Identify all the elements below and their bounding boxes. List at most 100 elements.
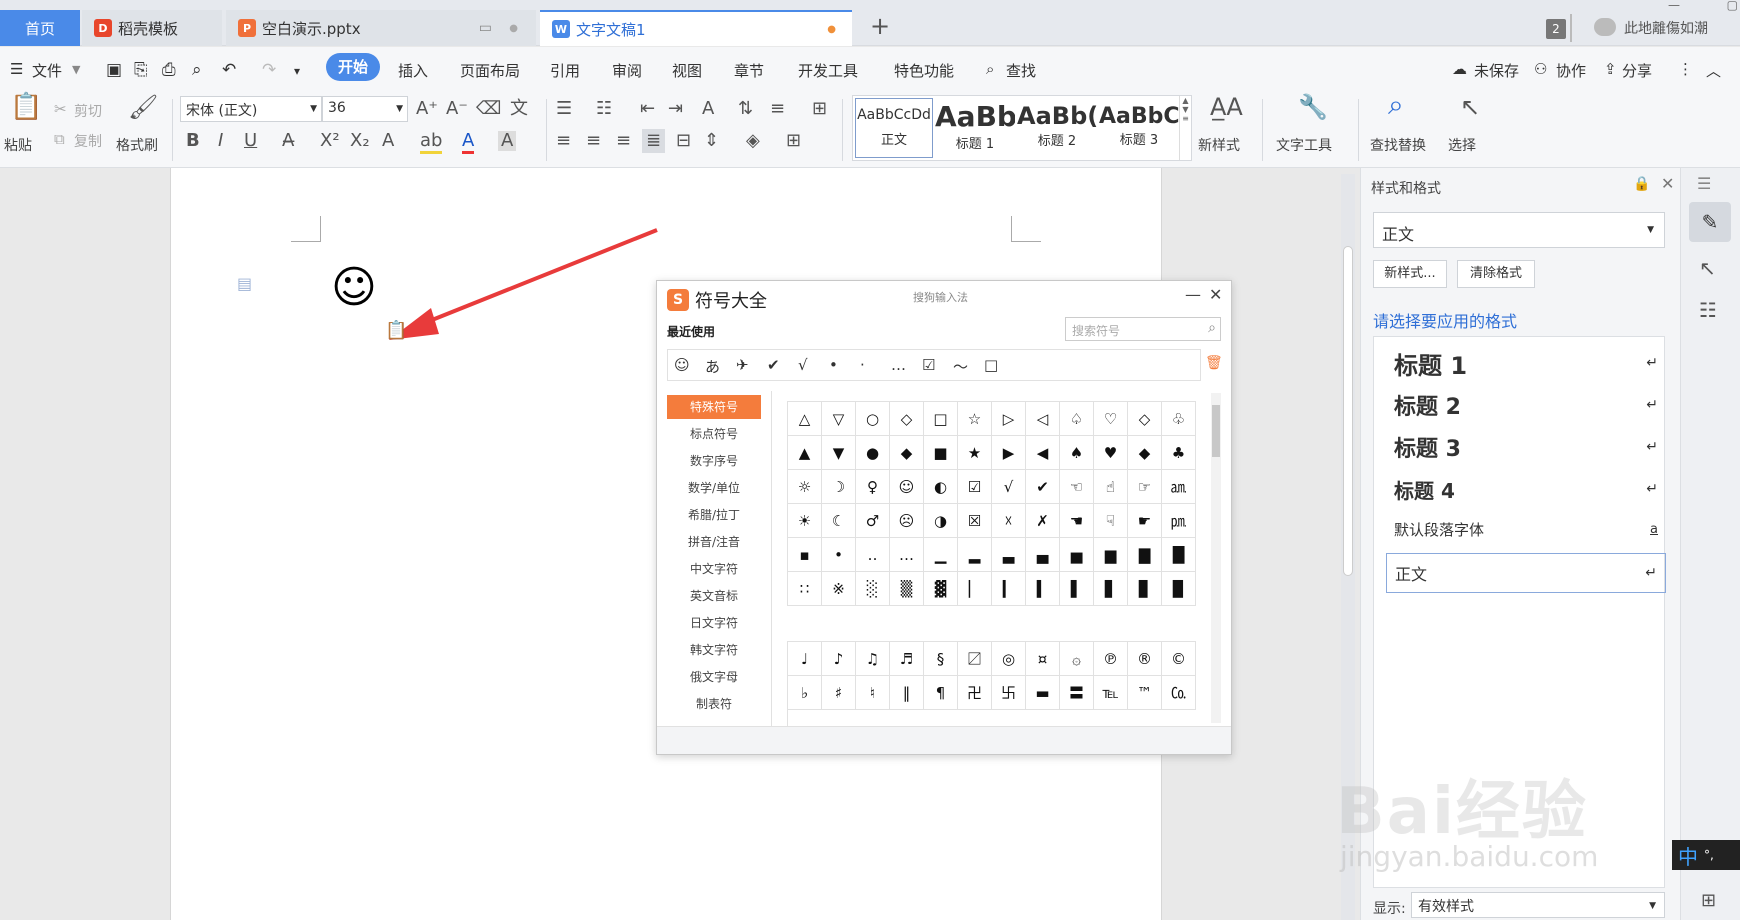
format-painter-button[interactable]: 格式刷 xyxy=(116,135,158,155)
char-shading-icon[interactable]: A xyxy=(498,131,517,151)
style-heading-1[interactable]: AaBb 标题 1 xyxy=(935,98,1015,158)
category-pinyin[interactable]: 拼音/注音 xyxy=(667,530,761,554)
justify-icon[interactable]: ≣ xyxy=(642,129,666,153)
symbol-cell[interactable]: ◁ xyxy=(1026,402,1060,436)
styles-pane-icon[interactable]: ✎ xyxy=(1689,202,1731,242)
avatar[interactable] xyxy=(1594,18,1616,36)
cloud-icon[interactable]: ☁ xyxy=(1452,60,1467,78)
symbol-cell[interactable]: ♂ xyxy=(856,504,890,538)
symbol-cell[interactable]: █ xyxy=(1162,538,1196,572)
recent-symbol[interactable]: ✔ xyxy=(767,356,780,374)
smiley-symbol[interactable]: ☺ xyxy=(331,264,377,312)
symbol-cell[interactable]: • xyxy=(822,538,856,572)
undo-icon[interactable]: ↶ xyxy=(222,60,236,80)
symbol-cell[interactable]: ☾ xyxy=(822,504,856,538)
share-icon[interactable]: ⇪ xyxy=(1604,60,1617,78)
symbol-cell[interactable]: ▏ xyxy=(958,572,992,606)
style-item-heading-3[interactable]: 标题 3 ↵ xyxy=(1386,427,1666,467)
new-style-btn[interactable]: 新样式... xyxy=(1373,260,1447,288)
user-name[interactable]: 此地離傷如潮 xyxy=(1624,18,1708,38)
category-math[interactable]: 数学/单位 xyxy=(667,476,761,500)
symbol-cell[interactable]: … xyxy=(890,538,924,572)
symbol-cell[interactable]: © xyxy=(1162,642,1196,676)
table-icon[interactable]: ⊞ xyxy=(812,99,827,119)
symbol-cell[interactable]: ☀ xyxy=(788,504,822,538)
sort-icon[interactable]: ⇅ xyxy=(738,99,753,119)
symbol-cell[interactable]: ۞ xyxy=(1060,642,1094,676)
symbol-cell[interactable]: ▲ xyxy=(788,436,822,470)
symbol-cell[interactable]: ☛ xyxy=(1128,504,1162,538)
menu-section[interactable]: 章节 xyxy=(734,60,764,81)
symbol-cell[interactable]: ♧ xyxy=(1162,402,1196,436)
symbol-cell[interactable]: ㏇ xyxy=(1162,676,1196,710)
select-tool-icon[interactable]: ↖ xyxy=(1699,256,1716,280)
tab-dot-icon[interactable]: ● xyxy=(509,23,518,34)
unsaved-dot-icon[interactable]: ● xyxy=(827,24,836,35)
symbol-cell[interactable]: ✔ xyxy=(1026,470,1060,504)
symbol-cell[interactable]: ▎ xyxy=(992,572,1026,606)
search-icon[interactable]: ⌕ xyxy=(986,60,994,78)
collapse-ribbon-icon[interactable]: ︿ xyxy=(1706,60,1721,81)
current-style-select[interactable]: 正文 ▼ xyxy=(1373,212,1665,248)
redo-icon[interactable]: ↷ xyxy=(262,60,276,80)
category-punctuation[interactable]: 标点符号 xyxy=(667,422,761,446)
text-effect-icon[interactable]: A xyxy=(382,131,394,151)
new-tab-icon[interactable]: + xyxy=(870,12,890,40)
style-item-heading-1[interactable]: 标题 1 ↵ xyxy=(1386,343,1666,383)
trash-icon[interactable]: 🗑 xyxy=(1205,355,1223,371)
recent-symbol[interactable]: √ xyxy=(798,356,808,374)
symbol-cell[interactable]: ◇ xyxy=(890,402,924,436)
symbol-cell[interactable]: ™ xyxy=(1128,676,1162,710)
symbol-cell[interactable]: ▬ xyxy=(1026,676,1060,710)
style-item-heading-2[interactable]: 标题 2 ↵ xyxy=(1386,385,1666,425)
recent-symbol[interactable]: ✈ xyxy=(736,356,749,374)
symbol-cell[interactable]: ▌ xyxy=(1060,572,1094,606)
category-numbers[interactable]: 数字序号 xyxy=(667,449,761,473)
symbol-cell[interactable]: ㏂ xyxy=(1162,470,1196,504)
symbol-cell[interactable]: ■ xyxy=(924,436,958,470)
settings-sliders-icon[interactable]: ☷ xyxy=(1699,298,1717,322)
paste-icon[interactable]: 📋 xyxy=(10,94,42,120)
symbol-cell[interactable]: ▆ xyxy=(1094,538,1128,572)
symbol-cell[interactable]: ♩ xyxy=(788,642,822,676)
gallery-scroll[interactable]: ▲ ▼ ≡ xyxy=(1179,96,1191,160)
symbol-cell[interactable]: ▅ xyxy=(1060,538,1094,572)
symbol-cell[interactable]: ® xyxy=(1128,642,1162,676)
symbol-cell[interactable]: ‖ xyxy=(890,676,924,710)
save-icon[interactable]: ▣ xyxy=(106,60,122,80)
category-russian[interactable]: 俄文字母 xyxy=(667,665,761,689)
export-icon[interactable]: ⎘ xyxy=(134,60,148,80)
wrench-icon[interactable]: 🔧 xyxy=(1298,95,1328,119)
show-filter-select[interactable]: 有效样式 ▼ xyxy=(1411,892,1665,918)
align-left-icon[interactable]: ≡ xyxy=(556,131,571,151)
increase-indent-icon[interactable]: ⇥ xyxy=(668,99,683,119)
tab-docer[interactable]: D 稻壳模板 xyxy=(82,10,222,46)
symbol-cell[interactable]: ℡ xyxy=(1094,676,1128,710)
symbol-cell[interactable]: ▪ xyxy=(788,538,822,572)
category-chinese[interactable]: 中文字符 xyxy=(667,557,761,581)
grid-apps-icon[interactable]: ⊞ xyxy=(1701,890,1716,911)
menu-search[interactable]: 查找 xyxy=(1006,60,1036,81)
symbol-cell[interactable]: ☺ xyxy=(890,470,924,504)
symbol-cell[interactable]: ♤ xyxy=(1060,402,1094,436)
category-greek[interactable]: 希腊/拉丁 xyxy=(667,503,761,527)
dialog-scrollbar[interactable] xyxy=(1211,393,1221,723)
style-normal[interactable]: AaBbCcDd 正文 xyxy=(855,98,933,158)
highlight-icon[interactable]: ab xyxy=(420,131,443,154)
distribute-icon[interactable]: ⊟ xyxy=(676,131,691,151)
numbered-list-icon[interactable]: ☷ xyxy=(596,99,612,119)
symbol-cell[interactable]: 〼 xyxy=(958,642,992,676)
symbol-cell[interactable]: ☞ xyxy=(1128,470,1162,504)
style-heading-3[interactable]: AaBbC( 标题 3 xyxy=(1099,98,1179,158)
unsaved-label[interactable]: 未保存 xyxy=(1474,60,1519,81)
symbol-cell[interactable]: ☒ xyxy=(958,504,992,538)
ime-indicator[interactable]: 中 °, xyxy=(1672,840,1740,870)
minimize-icon[interactable]: — xyxy=(1185,285,1201,304)
symbol-cell[interactable]: ▂ xyxy=(958,538,992,572)
grow-font-icon[interactable]: A⁺ xyxy=(416,99,438,119)
recent-symbol[interactable]: □ xyxy=(984,356,998,374)
decrease-indent-icon[interactable]: ⇤ xyxy=(640,99,655,119)
symbol-cell[interactable]: ¤ xyxy=(1026,642,1060,676)
clear-format-btn[interactable]: 清除格式 xyxy=(1457,260,1535,288)
scroll-thumb[interactable] xyxy=(1343,246,1353,576)
